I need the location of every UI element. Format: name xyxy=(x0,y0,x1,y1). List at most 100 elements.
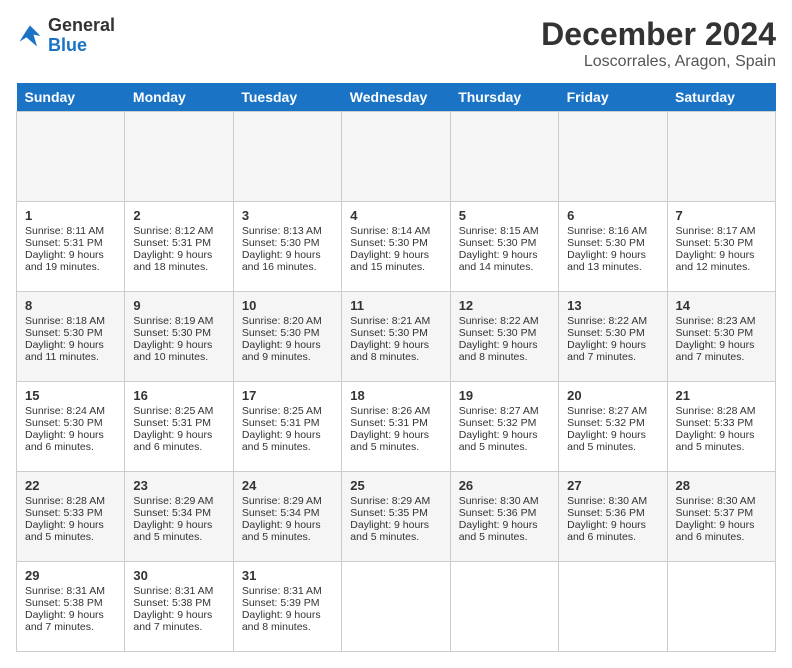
daylight-text: Daylight: 9 hours and 8 minutes. xyxy=(459,339,550,363)
daylight-text: Daylight: 9 hours and 8 minutes. xyxy=(350,339,441,363)
table-row: 11Sunrise: 8:21 AMSunset: 5:30 PMDayligh… xyxy=(342,292,450,382)
sunrise-text: Sunrise: 8:28 AM xyxy=(676,405,767,417)
calendar-header-row: Sunday Monday Tuesday Wednesday Thursday… xyxy=(17,83,776,112)
daylight-text: Daylight: 9 hours and 15 minutes. xyxy=(350,249,441,273)
table-row: 12Sunrise: 8:22 AMSunset: 5:30 PMDayligh… xyxy=(450,292,558,382)
daylight-text: Daylight: 9 hours and 10 minutes. xyxy=(133,339,224,363)
calendar-table: Sunday Monday Tuesday Wednesday Thursday… xyxy=(16,83,776,652)
sunrise-text: Sunrise: 8:27 AM xyxy=(567,405,658,417)
table-row: 31Sunrise: 8:31 AMSunset: 5:39 PMDayligh… xyxy=(233,562,341,652)
main-title: December 2024 xyxy=(541,16,776,53)
table-row: 18 Sunrise: 8:26 AMSunset: 5:31 PMDayligh… xyxy=(342,382,450,472)
daylight-text: Daylight: 9 hours and 16 minutes. xyxy=(242,249,333,273)
table-row: 9Sunrise: 8:19 AMSunset: 5:30 PMDaylight… xyxy=(125,292,233,382)
table-row: 25Sunrise: 8:29 AMSunset: 5:35 PMDayligh… xyxy=(342,472,450,562)
day-number: 22 xyxy=(25,478,116,493)
daylight-text: Daylight: 9 hours and 5 minutes. xyxy=(676,429,767,453)
table-row xyxy=(667,562,775,652)
header-wednesday: Wednesday xyxy=(342,83,450,112)
table-row: 26Sunrise: 8:30 AMSunset: 5:36 PMDayligh… xyxy=(450,472,558,562)
sunset-text: Sunset: 5:33 PM xyxy=(25,507,116,519)
day-number: 28 xyxy=(676,478,767,493)
daylight-text: Daylight: 9 hours and 5 minutes. xyxy=(350,519,441,543)
sunset-text: Sunset: 5:39 PM xyxy=(242,597,333,609)
daylight-text: Daylight: 9 hours and 6 minutes. xyxy=(133,429,224,453)
sunset-text: Sunset: 5:30 PM xyxy=(567,237,658,249)
sunset-text: Sunset: 5:38 PM xyxy=(133,597,224,609)
day-number: 18 xyxy=(350,388,441,403)
calendar-week-3: 15Sunrise: 8:24 AMSunset: 5:30 PMDayligh… xyxy=(17,382,776,472)
sunrise-text: Sunrise: 8:30 AM xyxy=(459,495,550,507)
sunrise-text: Sunrise: 8:27 AM xyxy=(459,405,550,417)
sunrise-text: Sunrise: 8:29 AM xyxy=(133,495,224,507)
day-number: 1 xyxy=(25,208,116,223)
calendar-week-0 xyxy=(17,112,776,202)
day-number: 2 xyxy=(133,208,224,223)
daylight-text: Daylight: 9 hours and 12 minutes. xyxy=(676,249,767,273)
header-saturday: Saturday xyxy=(667,83,775,112)
day-number: 17 xyxy=(242,388,333,403)
day-number: 7 xyxy=(676,208,767,223)
header-monday: Monday xyxy=(125,83,233,112)
sunset-text: Sunset: 5:30 PM xyxy=(133,327,224,339)
sunrise-text: Sunrise: 8:30 AM xyxy=(676,495,767,507)
table-row: 16Sunrise: 8:25 AMSunset: 5:31 PMDayligh… xyxy=(125,382,233,472)
daylight-text: Daylight: 9 hours and 6 minutes. xyxy=(567,519,658,543)
daylight-text: Daylight: 9 hours and 11 minutes. xyxy=(25,339,116,363)
sunset-text: Sunset: 5:31 PM xyxy=(133,237,224,249)
table-row xyxy=(450,112,558,202)
subtitle: Loscorrales, Aragon, Spain xyxy=(541,53,776,71)
day-number: 9 xyxy=(133,298,224,313)
sunrise-text: Sunrise: 8:13 AM xyxy=(242,225,333,237)
sunrise-text: Sunrise: 8:25 AM xyxy=(242,405,333,417)
sunrise-text: Sunrise: 8:15 AM xyxy=(459,225,550,237)
sunset-text: Sunset: 5:37 PM xyxy=(676,507,767,519)
calendar-week-4: 22Sunrise: 8:28 AMSunset: 5:33 PMDayligh… xyxy=(17,472,776,562)
day-number: 12 xyxy=(459,298,550,313)
day-number: 16 xyxy=(133,388,224,403)
table-row: 3 Sunrise: 8:13 AMSunset: 5:30 PMDaylight… xyxy=(233,202,341,292)
day-number: 3 xyxy=(242,208,333,223)
table-row: 22Sunrise: 8:28 AMSunset: 5:33 PMDayligh… xyxy=(17,472,125,562)
day-number: 24 xyxy=(242,478,333,493)
sunrise-text: Sunrise: 8:26 AM xyxy=(350,405,441,417)
sunset-text: Sunset: 5:31 PM xyxy=(350,417,441,429)
daylight-text: Daylight: 9 hours and 7 minutes. xyxy=(676,339,767,363)
sunset-text: Sunset: 5:32 PM xyxy=(459,417,550,429)
sunrise-text: Sunrise: 8:24 AM xyxy=(25,405,116,417)
table-row: 19 Sunrise: 8:27 AMSunset: 5:32 PMDayligh… xyxy=(450,382,558,472)
sunset-text: Sunset: 5:38 PM xyxy=(25,597,116,609)
table-row xyxy=(17,112,125,202)
sunset-text: Sunset: 5:30 PM xyxy=(567,327,658,339)
sunset-text: Sunset: 5:30 PM xyxy=(242,237,333,249)
sunrise-text: Sunrise: 8:31 AM xyxy=(133,585,224,597)
sunset-text: Sunset: 5:36 PM xyxy=(567,507,658,519)
sunset-text: Sunset: 5:32 PM xyxy=(567,417,658,429)
header-friday: Friday xyxy=(559,83,667,112)
daylight-text: Daylight: 9 hours and 7 minutes. xyxy=(567,339,658,363)
daylight-text: Daylight: 9 hours and 14 minutes. xyxy=(459,249,550,273)
sunrise-text: Sunrise: 8:14 AM xyxy=(350,225,441,237)
sunset-text: Sunset: 5:30 PM xyxy=(25,327,116,339)
sunset-text: Sunset: 5:30 PM xyxy=(676,327,767,339)
table-row xyxy=(125,112,233,202)
sunrise-text: Sunrise: 8:23 AM xyxy=(676,315,767,327)
table-row: 15Sunrise: 8:24 AMSunset: 5:30 PMDayligh… xyxy=(17,382,125,472)
table-row: 13Sunrise: 8:22 AMSunset: 5:30 PMDayligh… xyxy=(559,292,667,382)
sunrise-text: Sunrise: 8:11 AM xyxy=(25,225,116,237)
daylight-text: Daylight: 9 hours and 5 minutes. xyxy=(459,429,550,453)
calendar-week-1: 1 Sunrise: 8:11 AM Sunset: 5:31 PM Daylight… xyxy=(17,202,776,292)
day-number: 21 xyxy=(676,388,767,403)
sunset-text: Sunset: 5:30 PM xyxy=(242,327,333,339)
table-row: 30Sunrise: 8:31 AMSunset: 5:38 PMDayligh… xyxy=(125,562,233,652)
day-number: 19 xyxy=(459,388,550,403)
day-number: 6 xyxy=(567,208,658,223)
daylight-text: Daylight: 9 hours and 9 minutes. xyxy=(242,339,333,363)
daylight-text: Daylight: 9 hours and 5 minutes. xyxy=(567,429,658,453)
day-number: 20 xyxy=(567,388,658,403)
daylight-text: Daylight: 9 hours and 5 minutes. xyxy=(350,429,441,453)
table-row: 24Sunrise: 8:29 AMSunset: 5:34 PMDayligh… xyxy=(233,472,341,562)
daylight-text: Daylight: 9 hours and 19 minutes. xyxy=(25,249,116,273)
sunset-text: Sunset: 5:34 PM xyxy=(242,507,333,519)
day-number: 26 xyxy=(459,478,550,493)
